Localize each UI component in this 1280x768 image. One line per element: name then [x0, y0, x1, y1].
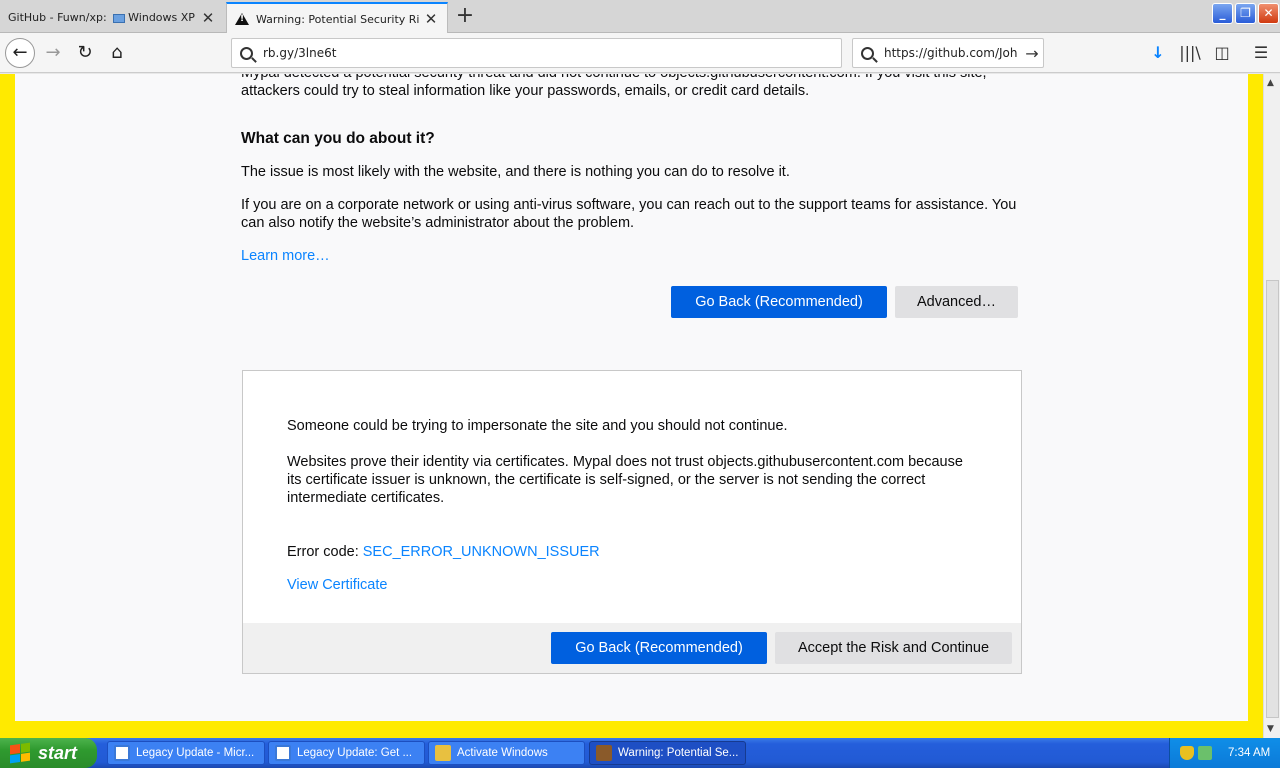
search-go-icon[interactable]: →	[1021, 44, 1043, 63]
search-bar[interactable]: https://github.com/Joh →	[852, 38, 1044, 68]
tab-title: GitHub - Fuwn/xp: Windows XP All E	[8, 11, 196, 24]
taskbar-item-label: Activate Windows	[457, 747, 548, 759]
browser-icon	[275, 745, 291, 761]
minimize-button[interactable]: _	[1212, 3, 1233, 24]
warning-icon	[235, 13, 249, 25]
start-button[interactable]: start	[0, 738, 97, 768]
go-back-button[interactable]: Go Back (Recommended)	[551, 632, 767, 664]
windows-logo-icon	[10, 742, 30, 764]
network-icon[interactable]	[1198, 746, 1212, 760]
go-back-button[interactable]: Go Back (Recommended)	[671, 286, 887, 318]
advanced-panel-footer: Go Back (Recommended) Accept the Risk an…	[243, 623, 1021, 673]
taskbar-item[interactable]: Legacy Update - Micr...	[107, 741, 265, 765]
certificate-explanation: Websites prove their identity via certif…	[287, 454, 963, 506]
taskbar-item[interactable]: Legacy Update: Get ...	[268, 741, 425, 765]
accept-risk-button[interactable]: Accept the Risk and Continue	[775, 632, 1012, 664]
navigation-toolbar: ← → ↻ ⌂ rb.gy/3lne6t https://github.com/…	[0, 33, 1280, 73]
close-window-button[interactable]: ✕	[1258, 3, 1279, 24]
taskbar-item-label: Warning: Potential Se...	[618, 747, 739, 759]
reload-button[interactable]: ↻	[71, 39, 99, 67]
start-label: start	[38, 742, 78, 763]
forward-button[interactable]: →	[39, 39, 67, 67]
error-code-link[interactable]: SEC_ERROR_UNKNOWN_ISSUER	[363, 544, 600, 560]
error-code-label: Error code:	[287, 544, 363, 560]
browser-icon	[114, 745, 130, 761]
taskbar-item-label: Legacy Update: Get ...	[297, 747, 413, 759]
home-button[interactable]: ⌂	[103, 39, 131, 67]
download-icon[interactable]: ↓	[1147, 41, 1169, 65]
mypal-icon	[596, 745, 612, 761]
system-tray: 7:34 AM	[1169, 738, 1280, 768]
impersonate-warning: Someone could be trying to impersonate t…	[287, 418, 788, 434]
tab-strip: GitHub - Fuwn/xp: Windows XP All E ✕ War…	[0, 0, 1280, 34]
view-certificate-link[interactable]: View Certificate	[287, 576, 387, 594]
tab-warning[interactable]: Warning: Potential Security Risk A ✕	[226, 2, 448, 34]
restore-button[interactable]: ❐	[1235, 3, 1256, 24]
search-icon	[240, 46, 253, 60]
scroll-thumb[interactable]	[1266, 280, 1279, 718]
taskbar-item-active[interactable]: Warning: Potential Se...	[589, 741, 746, 765]
taskbar-item[interactable]: Activate Windows	[428, 741, 585, 765]
url-input[interactable]: rb.gy/3lne6t	[263, 46, 841, 60]
error-code-line: Error code: SEC_ERROR_UNKNOWN_ISSUER	[287, 543, 600, 561]
advanced-panel: Someone could be trying to impersonate t…	[242, 370, 1022, 674]
clock[interactable]: 7:34 AM	[1228, 747, 1270, 759]
content-area: Mypal detected a potential security thre…	[0, 74, 1263, 738]
close-tab-icon[interactable]: ✕	[423, 10, 439, 28]
scroll-down-icon[interactable]: ▼	[1267, 724, 1274, 734]
security-shield-icon[interactable]	[1180, 746, 1194, 760]
window-icon	[113, 13, 126, 23]
sidebar-icon[interactable]: ◫	[1211, 41, 1233, 65]
close-tab-icon[interactable]: ✕	[200, 9, 216, 27]
tab-title-part: GitHub - Fuwn/xp:	[8, 11, 111, 24]
key-icon	[435, 745, 451, 761]
new-tab-button[interactable]: +	[452, 4, 478, 30]
back-button[interactable]: ←	[5, 38, 35, 68]
library-icon[interactable]: |||\	[1179, 41, 1201, 65]
taskbar-item-label: Legacy Update - Micr...	[136, 747, 255, 759]
intro-text: attackers could try to steal information…	[241, 83, 810, 99]
tab-title: Warning: Potential Security Risk A	[256, 12, 419, 26]
vertical-scrollbar[interactable]: ▲ ▼	[1263, 74, 1280, 738]
section-heading: What can you do about it?	[241, 130, 435, 147]
menu-icon[interactable]: ☰	[1250, 41, 1272, 65]
corporate-network-text: If you are on a corporate network or usi…	[241, 197, 1017, 231]
tab-github[interactable]: GitHub - Fuwn/xp: Windows XP All E ✕	[0, 2, 224, 33]
search-icon	[861, 46, 874, 60]
advanced-button[interactable]: Advanced…	[895, 286, 1018, 318]
tab-title-part: Windows XP All E	[128, 11, 196, 24]
url-bar[interactable]: rb.gy/3lne6t	[231, 38, 842, 68]
search-input[interactable]: https://github.com/Joh	[884, 46, 1021, 60]
issue-text: The issue is most likely with the websit…	[241, 164, 790, 180]
scroll-up-icon[interactable]: ▲	[1267, 78, 1274, 88]
taskbar: start Legacy Update - Micr... Legacy Upd…	[0, 738, 1280, 768]
intro-text: Mypal detected a potential security thre…	[241, 74, 1041, 82]
error-page: Mypal detected a potential security thre…	[15, 74, 1248, 721]
learn-more-link[interactable]: Learn more…	[241, 247, 330, 265]
